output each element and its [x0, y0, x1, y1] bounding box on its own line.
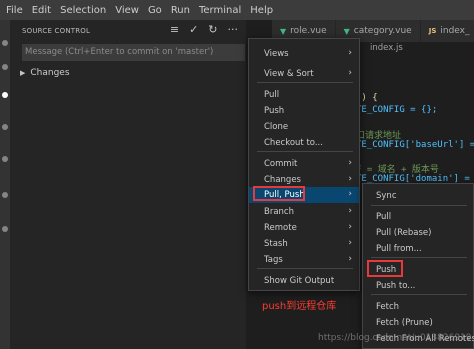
- chevron-right-icon: ›: [348, 48, 352, 58]
- scm-toolbar: ≡ ✓ ↻ ···: [170, 23, 238, 36]
- menu-item-label: Checkout to...: [264, 138, 323, 148]
- submenu-item-fetch-prune[interactable]: Fetch (Prune): [363, 315, 473, 331]
- menu-item-view-sort[interactable]: View & Sort ›: [249, 66, 359, 82]
- refresh-icon[interactable]: ↻: [208, 23, 217, 36]
- menu-item-label: Clone: [264, 122, 289, 132]
- pull-push-highlight-box: [253, 186, 305, 201]
- menu-item-label: Push: [264, 106, 285, 116]
- code-line: TE_CONFIG = {};: [356, 105, 438, 115]
- more-actions-icon[interactable]: ···: [228, 23, 239, 36]
- menu-item-views[interactable]: Views ›: [249, 46, 359, 62]
- menu-item-label: View & Sort: [264, 69, 314, 79]
- search-icon[interactable]: [2, 64, 8, 70]
- menu-file[interactable]: File: [6, 5, 23, 16]
- menu-item-label: Stash: [264, 239, 288, 249]
- menu-item-checkout-to[interactable]: Checkout to...: [249, 135, 359, 151]
- menu-edit[interactable]: Edit: [32, 5, 51, 16]
- menu-bar: File Edit Selection View Go Run Terminal…: [0, 0, 474, 20]
- code-line: TE_CONFIG['baseUrl'] =: [356, 140, 474, 150]
- menu-item-show-git-output[interactable]: Show Git Output: [249, 273, 359, 289]
- vue-icon: ▼: [280, 26, 287, 36]
- menu-separator: [257, 82, 353, 83]
- menu-item-tags[interactable]: Tags ›: [249, 252, 359, 268]
- extensions-icon[interactable]: [2, 156, 8, 162]
- menu-item-label: Pull (Rebase): [376, 228, 432, 238]
- menu-item-label: Pull: [376, 212, 392, 222]
- menu-item-label: Commit: [264, 159, 298, 169]
- source-control-panel: SOURCE CONTROL ≡ ✓ ↻ ··· Message (Ctrl+E…: [10, 20, 246, 349]
- menu-item-label: Pull: [264, 90, 280, 100]
- chevron-right-icon: ▶: [20, 68, 26, 77]
- menu-terminal[interactable]: Terminal: [199, 5, 241, 16]
- menu-item-stash[interactable]: Stash ›: [249, 236, 359, 252]
- explorer-icon[interactable]: [2, 40, 8, 46]
- tab-label: role.vue: [290, 26, 327, 36]
- push-highlight-box: [367, 260, 403, 277]
- menu-item-label: Branch: [264, 207, 294, 217]
- menu-separator: [257, 268, 353, 269]
- menu-view[interactable]: View: [115, 5, 139, 16]
- menu-item-label: Sync: [376, 191, 397, 201]
- menu-separator: [371, 294, 467, 295]
- menu-item-label: Tags: [264, 255, 283, 265]
- chevron-right-icon: ›: [348, 238, 352, 248]
- tab-label: index_: [440, 26, 470, 36]
- breadcrumb[interactable]: index.js: [370, 43, 403, 53]
- js-icon: JS: [428, 27, 437, 35]
- submenu-item-pull-from[interactable]: Pull from...: [363, 241, 473, 257]
- remote-icon[interactable]: [2, 192, 8, 198]
- chevron-right-icon: ›: [348, 254, 352, 264]
- submenu-item-push-to[interactable]: Push to...: [363, 278, 473, 294]
- annotation-text: push到远程仓库: [262, 301, 337, 312]
- menu-separator: [257, 151, 353, 152]
- menu-item-label: Changes: [264, 175, 301, 185]
- submenu-item-sync[interactable]: Sync: [363, 188, 473, 204]
- menu-item-label: Views: [264, 49, 289, 59]
- menu-go[interactable]: Go: [148, 5, 162, 16]
- chevron-right-icon: ›: [348, 222, 352, 232]
- tab-label: category.vue: [353, 26, 412, 36]
- settings-icon[interactable]: [2, 226, 8, 232]
- tab-index-js[interactable]: JS index_: [420, 20, 474, 42]
- watermark: https://blog.csdn.net/u013826919: [318, 333, 472, 343]
- menu-item-label: Push to...: [376, 281, 416, 291]
- menu-item-label: Fetch (Prune): [376, 318, 433, 328]
- menu-item-label: Fetch: [376, 302, 400, 312]
- menu-item-pull[interactable]: Pull: [249, 87, 359, 103]
- submenu-item-pull[interactable]: Pull: [363, 209, 473, 225]
- chevron-right-icon: ›: [348, 206, 352, 216]
- commit-check-icon[interactable]: ✓: [189, 23, 198, 36]
- scm-more-actions-menu: Views › View & Sort › Pull Push Clone Checkout …: [248, 38, 360, 291]
- menu-separator: [371, 257, 467, 258]
- submenu-item-fetch[interactable]: Fetch: [363, 299, 473, 315]
- submenu-item-pull-rebase[interactable]: Pull (Rebase): [363, 225, 473, 241]
- commit-message-input[interactable]: Message (Ctrl+Enter to commit on 'master…: [22, 44, 245, 61]
- chevron-right-icon: ›: [348, 158, 352, 168]
- view-as-tree-icon[interactable]: ≡: [170, 23, 179, 36]
- menu-item-label: Pull from...: [376, 244, 422, 254]
- menu-run[interactable]: Run: [171, 5, 190, 16]
- menu-item-push[interactable]: Push: [249, 103, 359, 119]
- chevron-right-icon: ›: [348, 189, 352, 199]
- changes-group[interactable]: ▶ Changes: [20, 65, 246, 80]
- menu-help[interactable]: Help: [250, 5, 273, 16]
- menu-separator: [371, 205, 467, 206]
- debug-icon[interactable]: [2, 124, 8, 130]
- vue-icon: ▼: [343, 26, 350, 36]
- menu-item-remote[interactable]: Remote ›: [249, 220, 359, 236]
- menu-selection[interactable]: Selection: [60, 5, 106, 16]
- source-control-icon[interactable]: [2, 92, 8, 98]
- menu-item-label: Show Git Output: [264, 276, 335, 286]
- menu-item-label: Remote: [264, 223, 297, 233]
- changes-label: Changes: [30, 67, 70, 78]
- menu-item-clone[interactable]: Clone: [249, 119, 359, 135]
- menu-item-commit[interactable]: Commit ›: [249, 156, 359, 172]
- chevron-right-icon: ›: [348, 68, 352, 78]
- activity-bar: [0, 20, 10, 349]
- chevron-right-icon: ›: [348, 174, 352, 184]
- menu-item-branch[interactable]: Branch ›: [249, 204, 359, 220]
